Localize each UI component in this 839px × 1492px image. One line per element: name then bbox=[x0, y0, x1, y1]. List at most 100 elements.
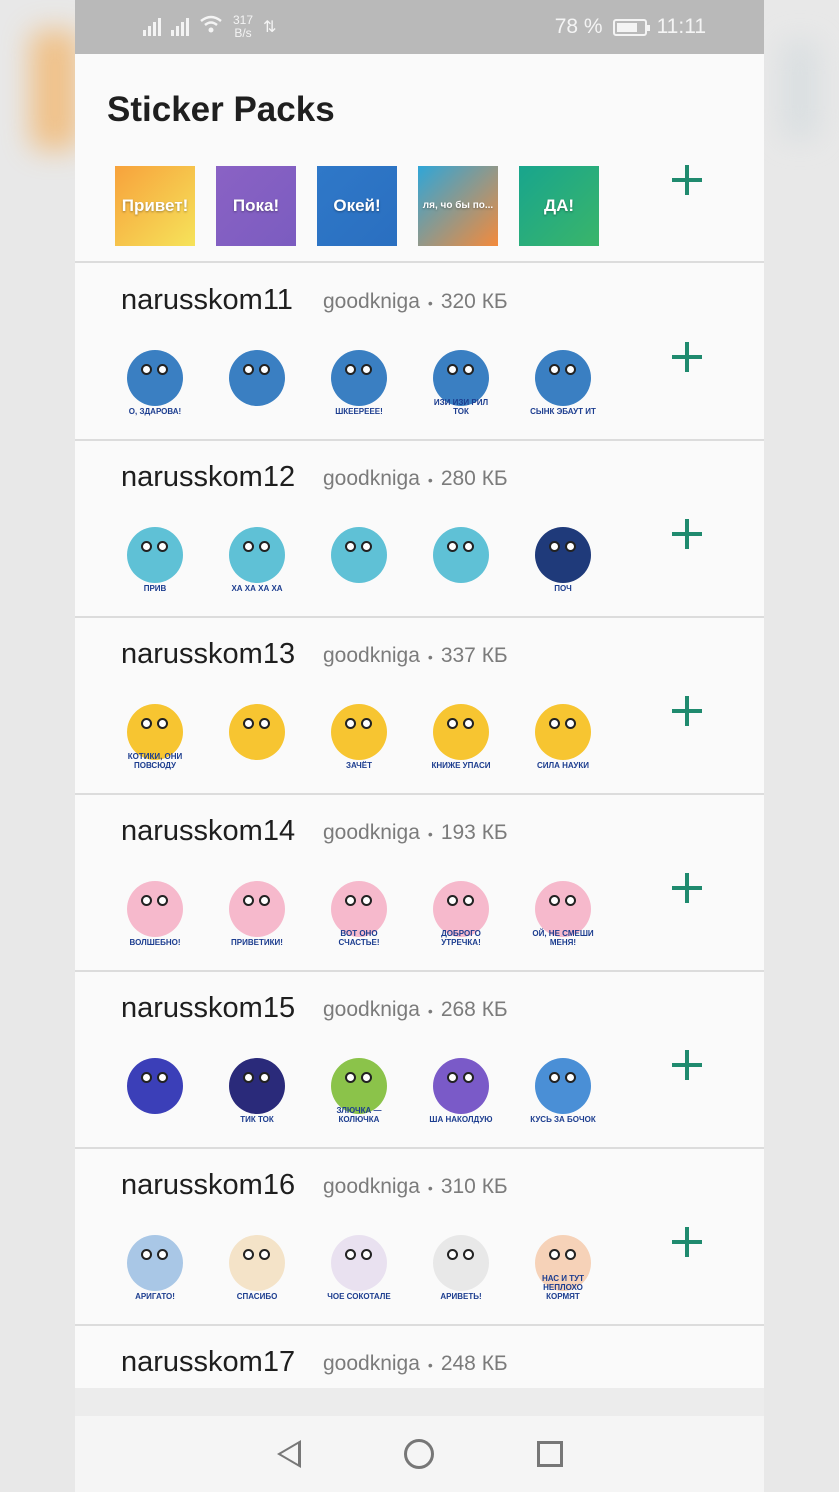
sticker-thumbnail[interactable] bbox=[421, 519, 501, 599]
sticker-thumbnail[interactable]: ВОЛШЕБНО! bbox=[115, 873, 195, 953]
pack-meta: goodkniga • 280 КБ bbox=[323, 467, 508, 491]
sticker-caption: КУСЬ ЗА БОЧОК bbox=[530, 1115, 596, 1124]
sticker-pack-row[interactable]: narusskom12 goodkniga • 280 КБ ПРИВ ХА ХА ХА … bbox=[75, 441, 764, 618]
sticker-thumbnail[interactable]: НАС И ТУТ НЕПЛОХО КОРМЯТ bbox=[523, 1227, 603, 1307]
pack-meta: goodkniga • 320 КБ bbox=[323, 290, 508, 314]
sticker-caption: ПРИВ bbox=[143, 584, 167, 593]
sticker-eye bbox=[447, 718, 458, 729]
sticker-thumbnail[interactable]: ДОБРОГО УТРЕЧКА! bbox=[421, 873, 501, 953]
sticker-eye bbox=[259, 895, 270, 906]
sticker-eye bbox=[463, 1249, 474, 1260]
meta-separator: • bbox=[427, 1180, 433, 1196]
sticker-pack-row[interactable]: narusskom11 goodkniga • 320 КБ О, ЗДАРОВА! ШК… bbox=[75, 264, 764, 441]
sticker-thumbnail[interactable] bbox=[115, 1050, 195, 1130]
sticker-caption: КНИЖЕ УПАСИ bbox=[431, 761, 491, 770]
featured-pack[interactable]: Привет! Пока! Окей! ля, чо бы по... ДА! bbox=[75, 150, 764, 263]
sticker-eye bbox=[243, 895, 254, 906]
sticker-thumbnail[interactable]: ХА ХА ХА ХА bbox=[217, 519, 297, 599]
featured-sticker-2[interactable]: Пока! bbox=[216, 166, 296, 246]
sticker-caption: О, ЗДАРОВА! bbox=[128, 407, 182, 416]
sticker-thumbnail[interactable]: АРИВЕТЬ! bbox=[421, 1227, 501, 1307]
add-pack-button[interactable] bbox=[672, 1050, 702, 1080]
sticker-character bbox=[331, 350, 387, 406]
sticker-character bbox=[127, 1235, 183, 1291]
home-icon[interactable] bbox=[403, 1439, 434, 1469]
sticker-caption: ДОБРОГО УТРЕЧКА! bbox=[441, 929, 481, 947]
sticker-character bbox=[229, 527, 285, 583]
sticker-eye bbox=[259, 718, 270, 729]
sticker-pack-row[interactable]: narusskom13 goodkniga • 337 КБ КОТИКИ, ОНИ П… bbox=[75, 618, 764, 795]
background-blur-right bbox=[780, 40, 820, 140]
sticker-thumbnail[interactable] bbox=[217, 696, 297, 776]
sticker-eye bbox=[243, 1072, 254, 1083]
sticker-thumbnail[interactable]: ТИК ТОК bbox=[217, 1050, 297, 1130]
sticker-pack-row[interactable]: narusskom14 goodkniga • 193 КБ ВОЛШЕБНО! ПРИВ… bbox=[75, 795, 764, 972]
back-icon[interactable] bbox=[276, 1440, 301, 1468]
sticker-eye bbox=[361, 541, 372, 552]
net-speed-unit: B/s bbox=[234, 26, 252, 40]
sticker-thumbnail[interactable]: ШКЕЕРЕЕЕ! bbox=[319, 342, 399, 422]
sticker-eye bbox=[565, 1249, 576, 1260]
recent-apps-icon[interactable] bbox=[536, 1441, 563, 1467]
sticker-character bbox=[229, 704, 285, 760]
sticker-thumbnail[interactable] bbox=[319, 519, 399, 599]
sticker-thumbnail[interactable]: КУСЬ ЗА БОЧОК bbox=[523, 1050, 603, 1130]
sticker-caption: ТИК ТОК bbox=[240, 1115, 274, 1124]
sticker-thumbnail[interactable]: ЧОЕ СОКОТАЛЕ bbox=[319, 1227, 399, 1307]
featured-sticker-1[interactable]: Привет! bbox=[115, 166, 195, 246]
sticker-thumbnail[interactable]: ША НАКОЛДУЮ bbox=[421, 1050, 501, 1130]
sticker-character bbox=[229, 1058, 285, 1114]
sticker-thumbnail[interactable]: ЗАЧЁТ bbox=[319, 696, 399, 776]
sticker-eye bbox=[447, 1249, 458, 1260]
sticker-thumbnail[interactable]: АРИГАТО! bbox=[115, 1227, 195, 1307]
sticker-thumbnail[interactable]: ОЙ, НЕ СМЕШИ МЕНЯ! bbox=[523, 873, 603, 953]
sticker-thumbnail[interactable] bbox=[217, 342, 297, 422]
sticker-eye bbox=[157, 364, 168, 375]
add-pack-button[interactable] bbox=[672, 519, 702, 549]
sticker-thumbnail[interactable]: ИЗИ ИЗИ РИЛ ТОК bbox=[421, 342, 501, 422]
sticker-thumbnail[interactable]: СЫНК ЭБАУТ ИТ bbox=[523, 342, 603, 422]
add-pack-button[interactable] bbox=[672, 1227, 702, 1257]
sticker-caption: ЗЛЮЧКА — КОЛЮЧКА bbox=[336, 1106, 382, 1124]
navigation-bar bbox=[75, 1416, 764, 1492]
sticker-thumbnail[interactable]: О, ЗДАРОВА! bbox=[115, 342, 195, 422]
sticker-eye bbox=[361, 1072, 372, 1083]
net-speed: 317 B/s bbox=[233, 14, 253, 40]
sticker-thumbnail[interactable]: ПРИВ bbox=[115, 519, 195, 599]
pack-author: goodkniga bbox=[323, 1175, 420, 1198]
sticker-eye bbox=[447, 895, 458, 906]
sticker-character bbox=[331, 527, 387, 583]
sticker-pack-row[interactable]: narusskom16 goodkniga • 310 КБ АРИГАТО! СПАСИ… bbox=[75, 1149, 764, 1326]
sticker-eye bbox=[463, 541, 474, 552]
pack-author: goodkniga bbox=[323, 290, 420, 313]
sticker-thumbnail[interactable]: СПАСИБО bbox=[217, 1227, 297, 1307]
featured-sticker-4[interactable]: ля, чо бы по... bbox=[418, 166, 498, 246]
sticker-character bbox=[535, 350, 591, 406]
net-speed-value: 317 bbox=[233, 13, 254, 27]
sticker-character bbox=[229, 350, 285, 406]
sticker-thumbnail[interactable]: ВОТ ОНО СЧАСТЬЕ! bbox=[319, 873, 399, 953]
featured-sticker-3[interactable]: Окей! bbox=[317, 166, 397, 246]
sticker-thumbnail[interactable]: ЗЛЮЧКА — КОЛЮЧКА bbox=[319, 1050, 399, 1130]
sticker-eye bbox=[243, 364, 254, 375]
add-pack-button[interactable] bbox=[672, 696, 702, 726]
pack-size: 268 КБ bbox=[440, 998, 508, 1021]
sticker-eye bbox=[549, 364, 560, 375]
add-pack-button[interactable] bbox=[672, 873, 702, 903]
sticker-thumbnail[interactable]: ПОЧ bbox=[523, 519, 603, 599]
sticker-eye bbox=[345, 1072, 356, 1083]
sticker-character bbox=[433, 527, 489, 583]
sticker-caption: ПРИВЕТИКИ! bbox=[231, 938, 283, 947]
sticker-thumbnail[interactable]: КОТИКИ, ОНИ ПОВСЮДУ bbox=[115, 696, 195, 776]
sticker-thumbnail[interactable]: СИЛА НАУКИ bbox=[523, 696, 603, 776]
sticker-eye bbox=[243, 718, 254, 729]
add-pack-button[interactable] bbox=[672, 342, 702, 372]
meta-separator: • bbox=[427, 826, 433, 842]
pack-meta: goodkniga • 337 КБ bbox=[323, 644, 508, 668]
sticker-pack-row[interactable]: narusskom15 goodkniga • 268 КБ ТИК ТОК ЗЛЮЧКА… bbox=[75, 972, 764, 1149]
featured-sticker-5[interactable]: ДА! bbox=[519, 166, 599, 246]
add-pack-button[interactable] bbox=[672, 165, 702, 195]
sticker-thumbnail[interactable]: КНИЖЕ УПАСИ bbox=[421, 696, 501, 776]
sticker-caption: СИЛА НАУКИ bbox=[537, 761, 589, 770]
sticker-thumbnail[interactable]: ПРИВЕТИКИ! bbox=[217, 873, 297, 953]
